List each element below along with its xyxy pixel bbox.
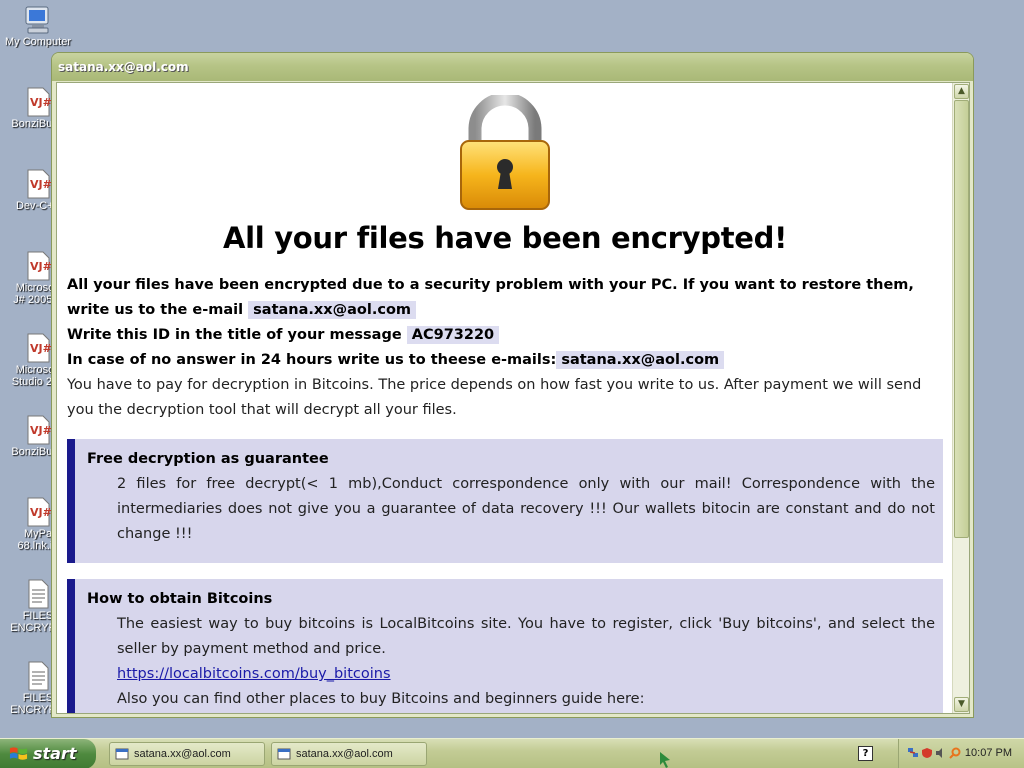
guarantee-box: Free decryption as guarantee 2 files for… [67,439,943,563]
help-button[interactable]: ? [858,746,873,761]
page-heading: All your files have been encrypted! [222,221,788,255]
bitcoins-box: How to obtain Bitcoins The easiest way t… [67,579,943,713]
taskbar-button-label: satana.xx@aol.com [134,748,231,760]
shield-icon[interactable] [921,747,933,759]
guarantee-text: 2 files for free decrypt(< 1 mb),Conduct… [117,476,935,542]
backup-email[interactable]: satana.xx@aol.com [556,351,725,369]
taskbar-button-label: satana.xx@aol.com [296,748,393,760]
start-label: start [33,744,77,763]
bitcoins-text: The easiest way to buy bitcoins is Local… [117,616,935,657]
vjsharp-file-icon: VJ# [27,251,52,281]
scroll-up-button[interactable]: ▲ [954,84,969,99]
network-icon[interactable] [907,747,919,759]
svg-text:VJ#: VJ# [30,424,52,437]
padlock-icon [460,95,550,210]
scroll-thumb[interactable] [954,100,969,538]
intro-line: All your files have been encrypted due t… [67,273,943,323]
taskbar-button[interactable]: satana.xx@aol.com [271,742,427,766]
intro-noanswer-text: In case of no answer in 24 hours write u… [67,352,557,368]
window-app-icon [115,748,129,760]
contact-email[interactable]: satana.xx@aol.com [248,301,417,319]
taskbar: start satana.xx@aol.com satana.xx@aol.co… [0,738,1024,768]
vjsharp-file-icon: VJ# [27,87,52,117]
intro-line: Write this ID in the title of your messa… [67,323,943,348]
vjsharp-file-icon: VJ# [27,169,52,199]
vertical-scrollbar[interactable]: ▲ ▼ [952,83,969,713]
vjsharp-file-icon: VJ# [27,415,52,445]
clock[interactable]: 10:07 PM [965,747,1012,759]
bitcoins-guide-text: Also you can find other places to buy Bi… [117,691,645,707]
desktop-icon-my-computer[interactable]: My Computer [0,4,76,48]
window-app-icon [277,748,291,760]
svg-text:VJ#: VJ# [30,506,52,519]
start-button[interactable]: start [0,739,96,768]
scroll-down-button[interactable]: ▼ [954,697,969,712]
intro-restore-text: All your files have been encrypted due t… [67,277,914,318]
bitcoins-title: How to obtain Bitcoins [87,591,273,607]
text-file-icon [28,579,49,609]
green-cursor-icon [660,752,670,768]
my-computer-icon [25,6,49,34]
system-tray: 10:07 PM [898,739,1024,768]
intro-id-text: Write this ID in the title of your messa… [67,327,402,343]
guarantee-title: Free decryption as guarantee [87,451,329,467]
windows-flag-icon [9,747,28,760]
intro-line: In case of no answer in 24 hours write u… [67,348,943,373]
vjsharp-file-icon: VJ# [27,333,52,363]
speaker-icon[interactable] [935,747,947,759]
vjsharp-file-icon: VJ# [27,497,52,527]
window-titlebar[interactable]: satana.xx@aol.com [52,53,973,81]
localbitcoins-link[interactable]: https://localbitcoins.com/buy_bitcoins [117,666,391,682]
svg-text:VJ#: VJ# [30,342,52,355]
window-title: satana.xx@aol.com [58,60,189,74]
intro-text: All your files have been encrypted due t… [67,273,943,423]
svg-text:VJ#: VJ# [30,260,52,273]
taskbar-button[interactable]: satana.xx@aol.com [109,742,265,766]
svg-text:VJ#: VJ# [30,178,52,191]
desktop-icon-label: My Computer [4,36,72,48]
victim-id[interactable]: AC973220 [406,326,500,344]
text-file-icon [28,661,49,691]
message-content: All your files have been encrypted! All … [57,83,955,713]
window-client-area: All your files have been encrypted! All … [56,82,970,714]
ransom-window: satana.xx@aol.com All your files have be… [51,52,974,718]
search-icon[interactable] [949,747,961,759]
payment-text: You have to pay for decryption in Bitcoi… [67,377,922,418]
svg-text:VJ#: VJ# [30,96,52,109]
